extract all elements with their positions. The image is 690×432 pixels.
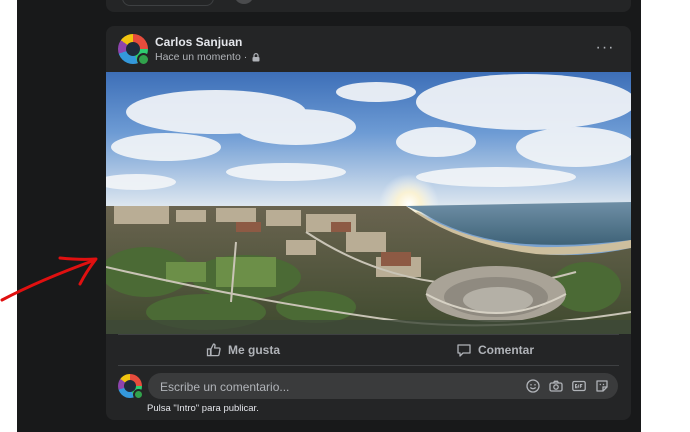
meta-separator: · — [243, 51, 248, 63]
commenter-online-dot — [133, 389, 144, 400]
post-photo[interactable] — [106, 72, 631, 334]
author-avatar[interactable] — [118, 34, 150, 66]
post-timestamp[interactable]: Hace un momento — [155, 51, 241, 63]
comment-button[interactable]: Comentar — [456, 339, 534, 361]
comment-label: Comentar — [478, 343, 535, 357]
online-status-dot — [137, 53, 150, 66]
actions-top-divider — [118, 334, 619, 335]
camera-icon[interactable] — [548, 378, 564, 394]
previous-post-avatar — [234, 0, 254, 4]
post-author-name[interactable]: Carlos Sanjuan — [155, 35, 242, 49]
emoji-icon[interactable] — [525, 378, 541, 394]
actions-bottom-divider — [118, 365, 619, 366]
post-meta: Hace un momento · — [155, 51, 260, 63]
annotation-arrow-icon — [0, 256, 98, 302]
thumbs-up-icon — [206, 343, 221, 357]
comment-input[interactable] — [158, 373, 522, 401]
previous-post-card — [106, 0, 631, 12]
like-button[interactable]: Me gusta — [206, 339, 280, 361]
publish-hint: Pulsa "Intro" para publicar. — [147, 403, 259, 414]
like-label: Me gusta — [228, 343, 281, 357]
previous-post-button[interactable] — [122, 0, 214, 6]
more-options-button[interactable]: ··· — [591, 38, 619, 58]
lock-icon[interactable] — [252, 52, 260, 62]
commenter-avatar[interactable] — [118, 374, 144, 400]
post-card: Carlos Sanjuan Hace un momento · ··· Me … — [106, 26, 631, 420]
gif-icon[interactable] — [571, 378, 587, 394]
comment-bubble-icon — [457, 344, 471, 357]
sticker-icon[interactable] — [594, 378, 610, 394]
comment-box[interactable] — [148, 373, 618, 401]
